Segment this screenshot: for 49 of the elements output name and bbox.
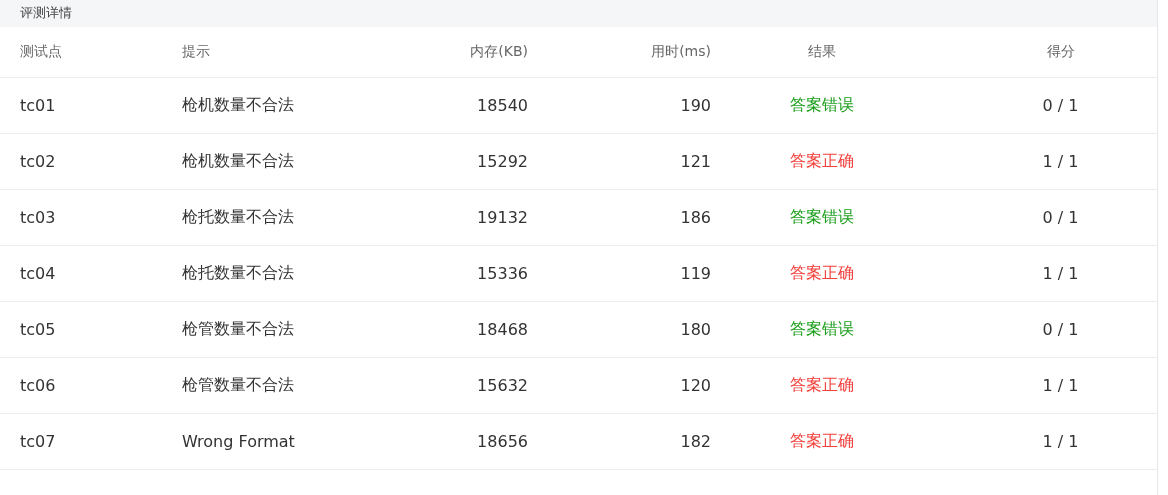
table-cell: 182 bbox=[680, 432, 711, 451]
table-cell: Wrong Format bbox=[182, 432, 295, 451]
column-header: 得分 bbox=[1046, 43, 1075, 59]
table-cell: 1 / 1 bbox=[1042, 152, 1079, 171]
table-cell: tc02 bbox=[20, 152, 56, 171]
result-label: 答案错误 bbox=[790, 207, 854, 226]
column-header: 用时(ms) bbox=[651, 43, 711, 59]
result-label: 答案正确 bbox=[790, 151, 854, 170]
table-cell: 1 / 1 bbox=[1042, 376, 1079, 395]
table-cell: 1 / 1 bbox=[1042, 264, 1079, 283]
column-header: 结果 bbox=[808, 43, 836, 59]
result-label: 答案正确 bbox=[790, 431, 854, 450]
table-cell: 枪机数量不合法 bbox=[182, 151, 294, 170]
result-label: 答案错误 bbox=[790, 95, 854, 114]
table-cell: 0 / 1 bbox=[1042, 320, 1079, 339]
table-cell: 186 bbox=[680, 208, 711, 227]
table-cell: tc04 bbox=[20, 264, 56, 283]
table-cell: 120 bbox=[680, 376, 711, 395]
table-cell: 1 / 1 bbox=[1042, 432, 1079, 451]
column-header: 测试点 bbox=[20, 43, 62, 59]
table-cell: 18656 bbox=[477, 432, 528, 451]
table-cell: 18540 bbox=[477, 96, 528, 115]
table-cell: 枪机数量不合法 bbox=[182, 95, 294, 114]
column-header: 提示 bbox=[182, 43, 210, 59]
table-cell: tc03 bbox=[20, 208, 56, 227]
table-cell: 15336 bbox=[477, 264, 528, 283]
column-header: 内存(KB) bbox=[470, 43, 528, 59]
result-label: 答案错误 bbox=[790, 319, 854, 338]
table-cell: 0 / 1 bbox=[1042, 208, 1079, 227]
table-cell: 枪管数量不合法 bbox=[182, 319, 294, 338]
table-cell: 180 bbox=[680, 320, 711, 339]
table-cell: 119 bbox=[680, 264, 711, 283]
table-cell: 15632 bbox=[477, 376, 528, 395]
table-cell: 0 / 1 bbox=[1042, 96, 1079, 115]
table-cell: tc06 bbox=[20, 376, 56, 395]
table-cell: 枪管数量不合法 bbox=[182, 375, 294, 394]
table-cell: 121 bbox=[680, 152, 711, 171]
result-label: 答案正确 bbox=[790, 375, 854, 394]
table-cell: 18468 bbox=[477, 320, 528, 339]
table-cell: 15292 bbox=[477, 152, 528, 171]
table-cell: tc01 bbox=[20, 96, 56, 115]
result-label: 答案正确 bbox=[790, 263, 854, 282]
section-title: 评测详情 bbox=[20, 4, 72, 22]
table-cell: tc07 bbox=[20, 432, 56, 451]
table-cell: 190 bbox=[680, 96, 711, 115]
table-cell: tc05 bbox=[20, 320, 56, 339]
table-cell: 枪托数量不合法 bbox=[182, 207, 294, 226]
table-cell: 19132 bbox=[477, 208, 528, 227]
table-cell: 枪托数量不合法 bbox=[182, 263, 294, 282]
